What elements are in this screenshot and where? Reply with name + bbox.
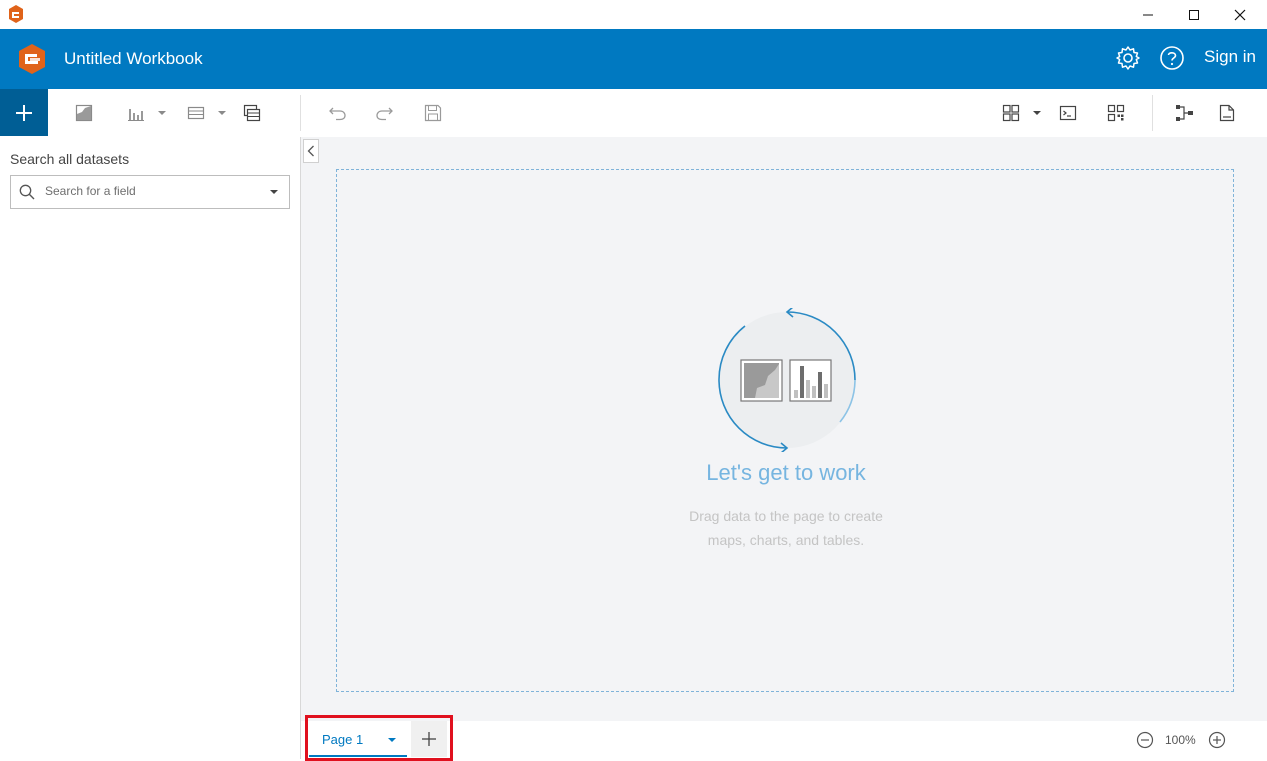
- close-icon: [1234, 9, 1246, 20]
- chevron-down-icon: [270, 190, 278, 194]
- zoom-in-button[interactable]: [1208, 731, 1226, 749]
- workbook-title[interactable]: Untitled Workbook: [64, 49, 203, 69]
- chevron-down-icon: [158, 111, 166, 115]
- zoom-level: 100%: [1165, 733, 1196, 747]
- page-tabs-highlight: [305, 715, 453, 761]
- toolbar: [0, 89, 1267, 137]
- console-button[interactable]: [1059, 101, 1077, 125]
- console-icon: [1059, 105, 1077, 121]
- qr-button[interactable]: [1107, 101, 1125, 125]
- redo-button[interactable]: [374, 101, 394, 125]
- empty-state-line-2: maps, charts, and tables.: [707, 532, 865, 548]
- search-datasets-label: Search all datasets: [10, 151, 130, 167]
- empty-state-title: Let's get to work: [706, 460, 866, 485]
- help-button[interactable]: [1158, 44, 1186, 72]
- sign-in-link[interactable]: Sign in: [1204, 47, 1256, 67]
- window-titlebar: [0, 0, 1267, 29]
- field-search-box[interactable]: [10, 175, 290, 209]
- model-icon: [1176, 105, 1193, 121]
- layout-icon: [1002, 104, 1020, 122]
- map-icon: [75, 104, 93, 122]
- table-icon: [187, 106, 205, 120]
- zoom-in-icon: [1208, 731, 1226, 749]
- drop-zone[interactable]: Let's get to work Drag data to the page …: [336, 169, 1234, 692]
- minimize-icon: [1143, 14, 1153, 15]
- model-button[interactable]: [1175, 101, 1195, 125]
- undo-button[interactable]: [328, 101, 348, 125]
- maximize-button[interactable]: [1171, 0, 1217, 29]
- search-icon: [19, 184, 35, 200]
- empty-state-line-1: Drag data to the page to create: [689, 508, 883, 524]
- page-settings-button[interactable]: [1219, 101, 1235, 125]
- add-data-button[interactable]: [0, 89, 48, 136]
- app-logo-icon: [16, 43, 48, 75]
- search-input[interactable]: [45, 176, 255, 206]
- table-button[interactable]: [187, 101, 227, 125]
- zoom-out-button[interactable]: [1136, 731, 1154, 749]
- workbook-canvas: Let's get to work Drag data to the page …: [301, 137, 1267, 721]
- app-header: Untitled Workbook Sign in: [0, 29, 1267, 89]
- collapse-panel-button[interactable]: [303, 139, 319, 163]
- summary-table-button[interactable]: [243, 101, 261, 125]
- undo-icon: [329, 107, 346, 121]
- get-to-work-illustration: [715, 308, 859, 452]
- toolbar-divider: [1152, 95, 1153, 131]
- chevron-down-icon: [218, 111, 226, 115]
- add-icon: [16, 104, 32, 121]
- map-button[interactable]: [75, 101, 93, 125]
- gear-icon: [1116, 46, 1140, 70]
- app-small-icon: [8, 5, 24, 23]
- zoom-out-icon: [1136, 731, 1154, 749]
- minimize-button[interactable]: [1125, 0, 1171, 29]
- help-icon: [1160, 46, 1184, 70]
- summary-table-icon: [243, 104, 261, 122]
- chart-icon: [128, 109, 144, 121]
- chart-button[interactable]: [127, 101, 167, 125]
- close-button[interactable]: [1217, 0, 1263, 29]
- data-panel: Search all datasets: [0, 137, 300, 759]
- search-options-caret[interactable]: [269, 189, 279, 195]
- maximize-icon: [1189, 9, 1199, 20]
- page-settings-icon: [1219, 104, 1235, 122]
- toolbar-divider: [300, 95, 301, 131]
- settings-button[interactable]: [1114, 44, 1142, 72]
- save-icon: [424, 104, 442, 122]
- redo-icon: [376, 107, 393, 121]
- qr-icon: [1107, 104, 1125, 122]
- layout-button[interactable]: [1002, 101, 1042, 125]
- chevron-down-icon: [1033, 111, 1041, 115]
- chevron-left-icon: [307, 145, 314, 157]
- save-button[interactable]: [424, 101, 442, 125]
